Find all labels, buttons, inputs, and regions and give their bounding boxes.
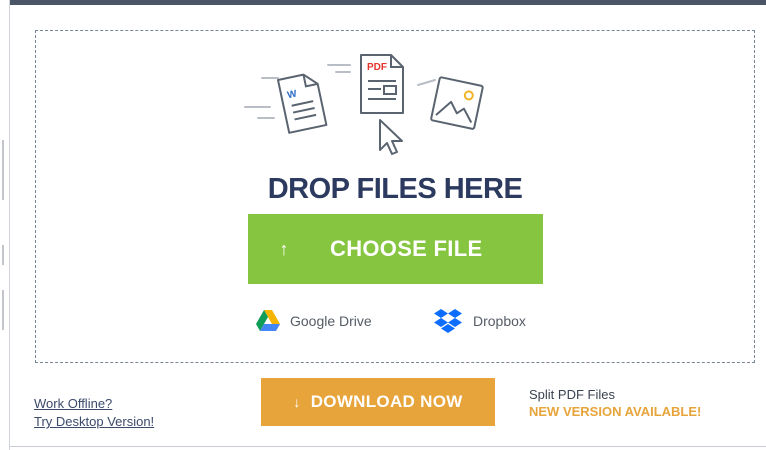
pdf-document-icon: PDF <box>360 54 404 114</box>
choose-file-button[interactable]: ↑ CHOOSE FILE <box>248 214 543 284</box>
download-now-label: DOWNLOAD NOW <box>310 392 463 411</box>
promo-text: Split PDF Files NEW VERSION AVAILABLE! <box>529 386 701 420</box>
bottom-border <box>9 446 766 447</box>
promo-new-version: NEW VERSION AVAILABLE! <box>529 404 702 419</box>
upload-page: W PDF DROP FILES HERE ↑ CHOOSE FILE Goog… <box>0 0 766 450</box>
drop-files-title: DROP FILES HERE <box>267 173 523 205</box>
work-offline-link[interactable]: Work Offline? <box>34 395 154 413</box>
upload-arrow-icon: ↑ <box>279 238 289 259</box>
image-file-icon <box>430 76 484 130</box>
left-edge-mark <box>2 245 4 265</box>
left-edge-mark <box>2 140 4 200</box>
file-types-illustration: W PDF <box>244 54 484 155</box>
try-desktop-link[interactable]: Try Desktop Version! <box>34 413 154 431</box>
pdf-tag: PDF <box>367 62 387 73</box>
choose-file-label: CHOOSE FILE <box>330 236 483 261</box>
google-drive-icon <box>256 310 280 331</box>
word-document-icon: W <box>277 73 328 134</box>
google-drive-button[interactable]: Google Drive <box>256 307 372 335</box>
promo-product-name: Split PDF Files <box>529 387 615 402</box>
window-top-border <box>0 0 766 5</box>
dropbox-label: Dropbox <box>473 313 526 329</box>
download-arrow-icon: ↓ <box>293 394 301 410</box>
left-page-edge <box>0 0 10 450</box>
google-drive-label: Google Drive <box>290 313 372 329</box>
cursor-arrow-icon <box>379 119 403 155</box>
download-now-button[interactable]: ↓ DOWNLOAD NOW <box>261 378 495 426</box>
motion-lines-left <box>244 64 436 119</box>
left-edge-mark <box>2 290 4 330</box>
dropbox-button[interactable]: Dropbox <box>433 307 526 335</box>
footer-links: Work Offline? Try Desktop Version! <box>34 395 154 431</box>
dropbox-icon <box>434 309 462 333</box>
